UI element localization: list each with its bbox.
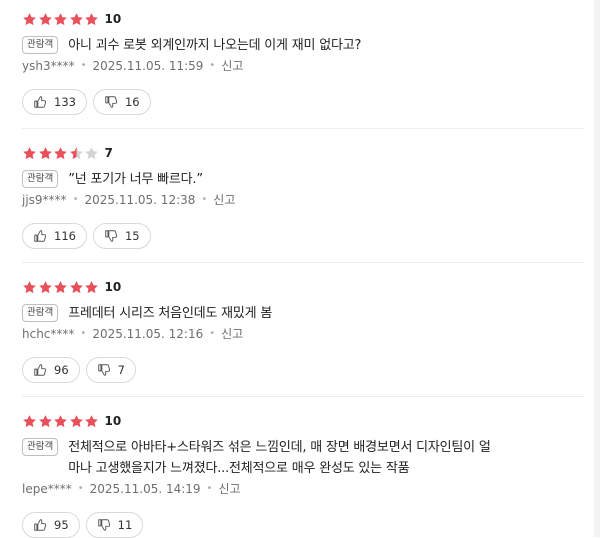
- rating-row: 10: [22, 412, 584, 430]
- dislike-count: 15: [124, 229, 140, 243]
- star-filled-icon: [38, 12, 52, 25]
- thumbs-down-icon: [97, 364, 110, 376]
- meta-separator: •: [72, 194, 79, 205]
- review-item: 10 관람객 아니 괴수 로봇 외계인까지 나오는데 이게 재미 없다고? ys…: [22, 10, 584, 115]
- review-meta: jjs9**** • 2025.11.05. 12:38 • 신고: [22, 192, 584, 208]
- review-comment: 프레데터 시리즈 처음인데도 재밌게 봄: [68, 306, 273, 321]
- star-filled-icon: [69, 414, 83, 427]
- review-divider: [22, 128, 584, 129]
- review-meta: hchc**** • 2025.11.05. 12:16 • 신고: [22, 326, 584, 342]
- like-count: 95: [54, 518, 69, 532]
- review-datetime: 2025.11.05. 12:38: [84, 193, 196, 207]
- star-filled-icon: [54, 146, 67, 159]
- review-comment: 전체적으로 아바타+스타워즈 섞은 느낌인데, 매 장면 배경보면서 디자인팀이…: [68, 437, 491, 479]
- like-count: 133: [54, 95, 76, 109]
- viewer-badge: 관람객: [22, 36, 59, 54]
- review-comment-line: 전체적으로 아바타+스타워즈 섞은 느낌인데, 매 장면 배경보면서 디자인팀이…: [68, 440, 491, 455]
- like-count: 96: [54, 363, 69, 377]
- star-filled-icon: [38, 414, 52, 427]
- report-link[interactable]: 신고: [218, 481, 240, 497]
- review-item: 7 관람객 ”넌 포기가 너무 빠르다.” jjs9**** • 2025.11…: [22, 144, 584, 249]
- review-divider: [22, 396, 584, 397]
- meta-separator: •: [80, 328, 87, 339]
- star-half-icon: [69, 146, 83, 159]
- rating-score: 10: [104, 414, 122, 428]
- dislike-button[interactable]: 7: [85, 357, 136, 383]
- meta-separator: •: [77, 483, 84, 494]
- star-filled-icon: [85, 12, 98, 25]
- rating-row: 10: [22, 10, 584, 28]
- thumbs-down-icon: [97, 519, 110, 531]
- review-item: 10 관람객 프레데터 시리즈 처음인데도 재밌게 봄 hchc**** • 2…: [22, 278, 584, 383]
- rating-score: 10: [104, 280, 122, 294]
- like-button[interactable]: 116: [22, 223, 87, 249]
- dislike-button[interactable]: 16: [92, 89, 151, 115]
- author-id: hchc****: [22, 327, 75, 341]
- thumbs-down-icon: [105, 230, 118, 242]
- rating-row: 10: [22, 278, 584, 296]
- star-rating: [22, 146, 100, 161]
- review-meta: ysh3**** • 2025.11.05. 11:59 • 신고: [22, 58, 584, 74]
- review-meta: lepe**** • 2025.11.05. 14:19 • 신고: [22, 481, 584, 497]
- star-filled-icon: [85, 414, 98, 427]
- review-divider: [22, 262, 584, 263]
- review-datetime: 2025.11.05. 14:19: [89, 482, 201, 496]
- author-id: lepe****: [22, 482, 72, 496]
- rating-score: 7: [104, 146, 113, 160]
- thumbs-down-icon: [105, 96, 118, 108]
- thumbs-up-icon: [34, 230, 47, 242]
- viewer-badge: 관람객: [22, 438, 59, 456]
- viewer-badge: 관람객: [22, 304, 59, 322]
- report-link[interactable]: 신고: [221, 58, 243, 74]
- star-filled-icon: [23, 414, 36, 427]
- rating-score: 10: [104, 12, 122, 26]
- dislike-button[interactable]: 15: [92, 223, 151, 249]
- star-filled-icon: [38, 280, 52, 293]
- report-link[interactable]: 신고: [221, 326, 243, 342]
- rating-row: 7: [22, 144, 584, 162]
- star-filled-icon: [85, 280, 98, 293]
- thumbs-up-icon: [34, 96, 47, 108]
- star-filled-icon: [54, 414, 67, 427]
- like-count: 116: [54, 229, 76, 243]
- meta-separator: •: [206, 483, 213, 494]
- like-button[interactable]: 96: [22, 357, 80, 383]
- star-filled-icon: [54, 280, 67, 293]
- review-comment-line: 마나 고생했을지가 느껴졌다...전체적으로 매우 완성도 있는 작품: [68, 461, 410, 476]
- meta-separator: •: [80, 60, 87, 71]
- dislike-count: 16: [124, 95, 140, 109]
- star-filled-icon: [23, 280, 36, 293]
- star-filled-icon: [38, 146, 52, 159]
- like-button[interactable]: 133: [22, 89, 87, 115]
- report-link[interactable]: 신고: [213, 192, 235, 208]
- star-empty-icon: [85, 146, 98, 159]
- dislike-button[interactable]: 11: [85, 512, 144, 538]
- review-datetime: 2025.11.05. 11:59: [92, 59, 204, 73]
- review-comment: ”넌 포기가 너무 빠르다.”: [68, 172, 203, 187]
- like-button[interactable]: 95: [22, 512, 80, 538]
- review-item: 10 관람객 전체적으로 아바타+스타워즈 섞은 느낌인데, 매 장면 배경보면…: [22, 412, 584, 538]
- dislike-count: 7: [117, 363, 125, 377]
- star-filled-icon: [69, 12, 83, 25]
- dislike-count: 11: [117, 518, 133, 532]
- scrollbar[interactable]: [594, 0, 600, 537]
- thumbs-up-icon: [34, 364, 47, 376]
- thumbs-up-icon: [34, 519, 47, 531]
- review-comment: 아니 괴수 로봇 외계인까지 나오는데 이게 재미 없다고?: [68, 38, 362, 53]
- meta-separator: •: [201, 194, 208, 205]
- star-filled-icon: [23, 146, 36, 159]
- star-filled-icon: [23, 12, 36, 25]
- review-datetime: 2025.11.05. 12:16: [92, 327, 204, 341]
- star-filled-icon: [54, 12, 67, 25]
- author-id: ysh3****: [22, 59, 75, 73]
- meta-separator: •: [209, 328, 216, 339]
- star-rating: [22, 12, 100, 27]
- star-filled-icon: [69, 280, 83, 293]
- star-rating: [22, 280, 100, 295]
- author-id: jjs9****: [22, 193, 67, 207]
- star-rating: [22, 414, 100, 429]
- viewer-badge: 관람객: [22, 170, 59, 188]
- meta-separator: •: [209, 60, 216, 71]
